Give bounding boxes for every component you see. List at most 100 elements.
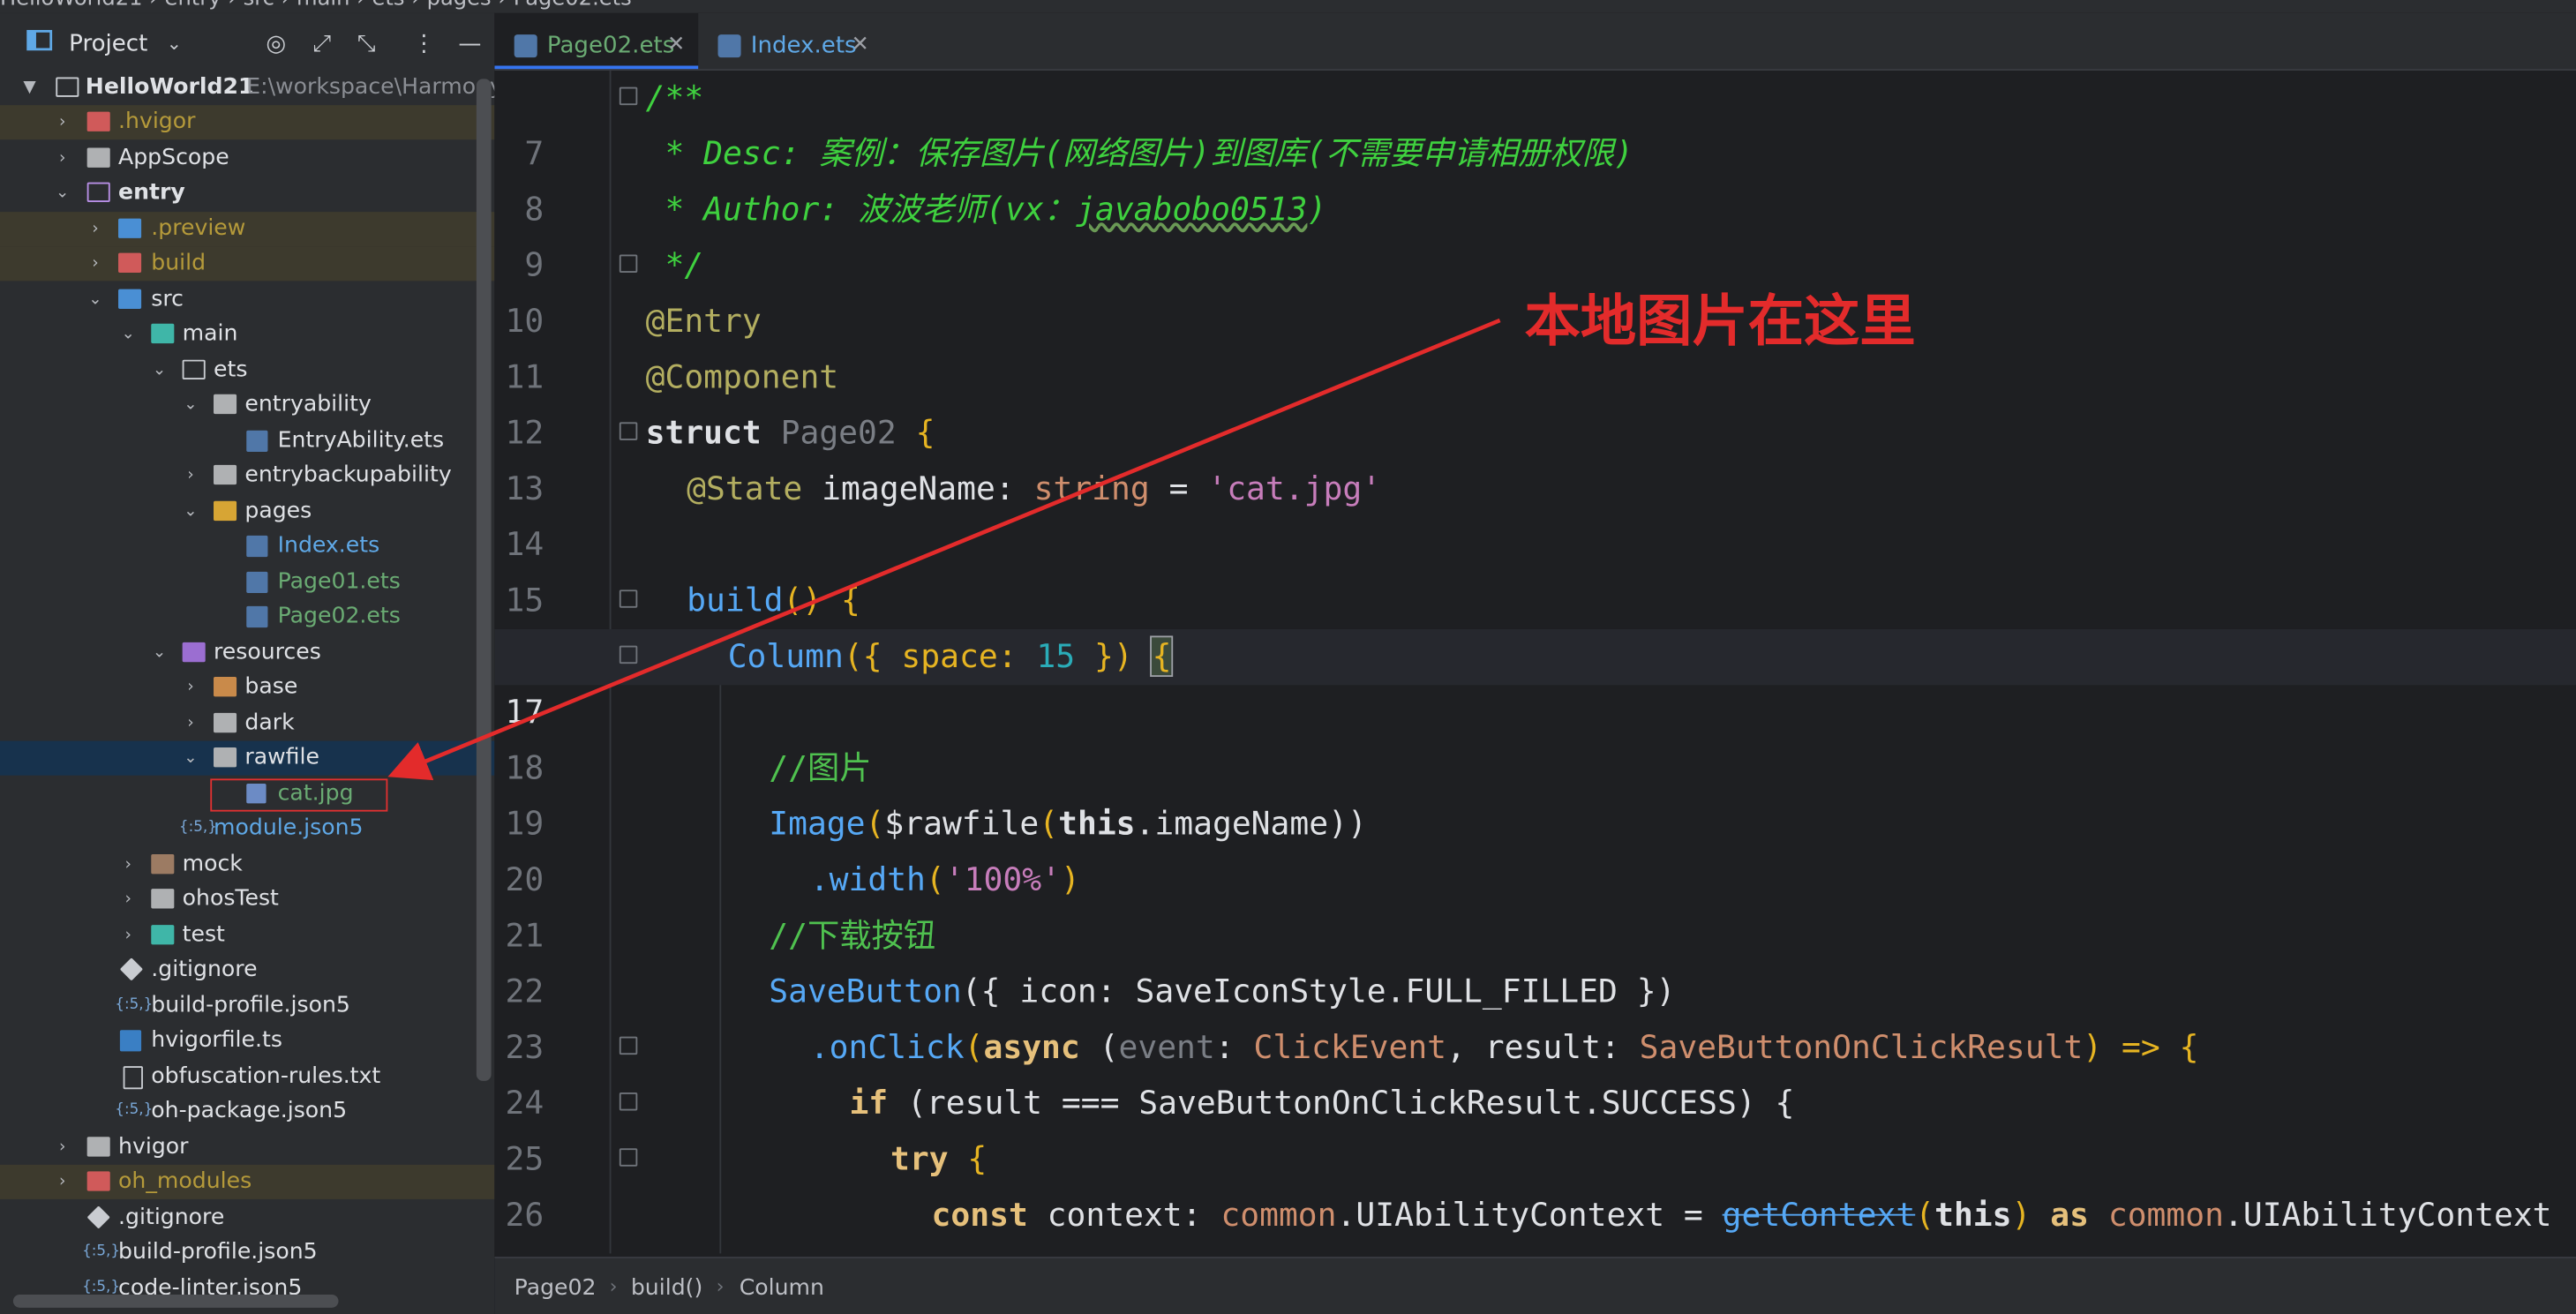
code-line: 26 try { (494, 1132, 2576, 1234)
tree-item-mock[interactable]: › mock (0, 848, 494, 882)
more-options-icon[interactable]: ⋮ (408, 28, 440, 61)
git-icon (119, 957, 144, 981)
close-icon[interactable]: ✕ (851, 13, 868, 79)
fold-icon[interactable] (619, 589, 638, 608)
tree-item-base[interactable]: › base (0, 671, 494, 705)
chevron-right-icon[interactable]: › (53, 105, 72, 139)
fold-icon[interactable] (619, 422, 638, 440)
annotation-callout: 本地图片在这里 (1524, 289, 1916, 356)
tree-item-appscope[interactable]: › AppScope (0, 141, 494, 176)
chevron-right-icon[interactable]: › (53, 141, 72, 176)
close-icon[interactable]: ✕ (667, 13, 685, 79)
tree-item-ets[interactable]: ⌄ ets (0, 353, 494, 387)
tree-item-entryability-ets[interactable]: EntryAbility.ets (0, 424, 494, 458)
vertical-scrollbar[interactable] (476, 79, 492, 1081)
fold-icon[interactable] (619, 1092, 638, 1111)
tree-item-label: test (182, 921, 225, 949)
code-line: 7 /** (494, 71, 2576, 172)
chevron-right-icon[interactable]: › (86, 246, 105, 281)
chevron-right-icon[interactable]: › (181, 458, 200, 492)
tree-item-preview[interactable]: › .preview (0, 212, 495, 247)
chevron-right-icon[interactable]: › (118, 848, 138, 882)
tree-item-oh-package[interactable]: {:5,} oh-package.json5 (0, 1094, 494, 1129)
code-editor[interactable]: Page02.ets ✕ Index.ets ✕ 7 /** 8 * Desc:… (494, 12, 2576, 1314)
tree-item-helloworld21[interactable]: ▼ HelloWorld21 E:\workspace\HarmonyOS (0, 71, 494, 105)
tree-item-obfuscation-rules[interactable]: obfuscation-rules.txt (0, 1060, 494, 1094)
tree-item-src[interactable]: ⌄ src (0, 282, 494, 317)
tree-item-label: base (244, 673, 298, 701)
fold-icon[interactable] (619, 1148, 638, 1167)
chevron-down-icon[interactable]: ⌄ (181, 741, 200, 776)
tree-item-entry[interactable]: ⌄ entry (0, 176, 494, 210)
code-line: 24 .onClick(async (event: ClickEvent, re… (494, 1020, 2576, 1122)
chevron-right-icon[interactable]: › (53, 1165, 72, 1199)
tree-item-hvigorfile[interactable]: hvigorfile.ts (0, 1024, 494, 1058)
breadcrumb-item[interactable]: build() (631, 1275, 702, 1302)
tree-item-ohostest[interactable]: › ohosTest (0, 882, 494, 917)
tree-item-label: EntryAbility.ets (277, 427, 445, 454)
fold-icon[interactable] (619, 645, 638, 665)
chevron-right-icon[interactable]: › (53, 1130, 72, 1165)
chevron-down-icon[interactable]: ⌄ (181, 387, 200, 422)
chevron-right-icon[interactable]: › (86, 212, 105, 246)
chevron-right-icon[interactable]: › (118, 882, 138, 917)
chevron-right-icon[interactable]: › (181, 706, 200, 740)
chevron-down-icon[interactable]: ▼ (19, 71, 39, 105)
tree-item-entryability[interactable]: ⌄ entryability (0, 387, 494, 422)
tree-item-gitignore[interactable]: .gitignore (0, 953, 494, 987)
chevron-down-icon[interactable]: ⌄ (118, 317, 138, 351)
tree-item-page01-ets[interactable]: Page01.ets (0, 565, 494, 599)
tree-item-root-gitignore[interactable]: .gitignore (0, 1201, 494, 1235)
tree-item-label: .gitignore (151, 956, 258, 983)
chevron-right-icon[interactable]: › (181, 671, 200, 705)
chevron-down-icon[interactable]: ⌄ (53, 176, 72, 210)
breadcrumb-item[interactable]: Column (740, 1275, 824, 1302)
chevron-right-icon[interactable]: › (118, 919, 138, 953)
project-view-icon[interactable] (23, 28, 56, 61)
tree-item-main[interactable]: ⌄ main (0, 317, 494, 351)
project-panel-title[interactable]: Project (69, 31, 147, 57)
chevron-down-icon[interactable]: ⌄ (86, 282, 105, 317)
tree-item-root-build-profile[interactable]: {:5,} build-profile.json5 (0, 1235, 494, 1270)
tab-index[interactable]: Index.ets ✕ (698, 13, 882, 69)
collapse-all-icon[interactable]: ⤡ (350, 28, 383, 61)
code-line: 18 (494, 685, 2576, 787)
code-text: */ (645, 246, 704, 285)
chevron-down-icon[interactable]: ⌄ (149, 353, 169, 387)
chevron-down-icon[interactable]: ⌄ (158, 28, 191, 61)
expand-all-icon[interactable]: ⤢ (305, 28, 338, 61)
tree-item-hvigor-dir[interactable]: › .hvigor (0, 105, 495, 140)
fold-icon[interactable] (619, 86, 638, 106)
tree-item-hvigor[interactable]: › hvigor (0, 1130, 494, 1165)
tree-item-label: dark (244, 710, 295, 736)
tab-page02[interactable]: Page02.ets ✕ (494, 12, 699, 70)
tree-item-entrybackupability[interactable]: › entrybackupability (0, 458, 494, 492)
fold-icon[interactable] (619, 1036, 638, 1055)
code-area[interactable]: 7 /** 8 * Desc: 案例：保存图片(网络图片)到图库(不需要申请相册… (494, 71, 2576, 1289)
tree-item-resources[interactable]: ⌄ resources (0, 635, 494, 670)
tree-item-oh-modules[interactable]: › oh_modules (0, 1164, 495, 1199)
code-text: if (result === SaveButtonOnClickResult.S… (849, 1084, 1795, 1123)
chevron-down-icon[interactable]: ⌄ (149, 635, 169, 670)
tree-item-build-profile[interactable]: {:5,} build-profile.json5 (0, 989, 494, 1024)
horizontal-scrollbar[interactable] (12, 1294, 339, 1308)
tree-item-label: Page01.ets (277, 568, 401, 595)
tree-item-test[interactable]: › test (0, 919, 494, 953)
hide-panel-icon[interactable]: — (454, 28, 486, 61)
code-text: @State imageName: string = 'cat.jpg' (687, 469, 1382, 508)
ets-file-icon (246, 605, 268, 628)
tree-item-pages[interactable]: ⌄ pages (0, 494, 494, 529)
tree-item-build[interactable]: › build (0, 246, 495, 282)
tree-item-dark[interactable]: › dark (0, 706, 494, 740)
tree-item-rawfile[interactable]: ⌄ rawfile (0, 740, 495, 776)
tree-item-index-ets[interactable]: Index.ets (0, 529, 494, 563)
code-text: @Component (645, 357, 839, 396)
tree-item-module-json5[interactable]: {:5,} module.json5 (0, 812, 494, 846)
tree-item-page02-ets[interactable]: Page02.ets (0, 599, 494, 634)
folder-icon (214, 747, 237, 768)
breadcrumb-item[interactable]: Page02 (514, 1275, 597, 1302)
chevron-down-icon[interactable]: ⌄ (181, 494, 200, 529)
json5-file-icon: {:5,} (178, 819, 217, 837)
fold-icon[interactable] (619, 254, 638, 274)
locate-icon[interactable]: ◎ (259, 28, 292, 61)
